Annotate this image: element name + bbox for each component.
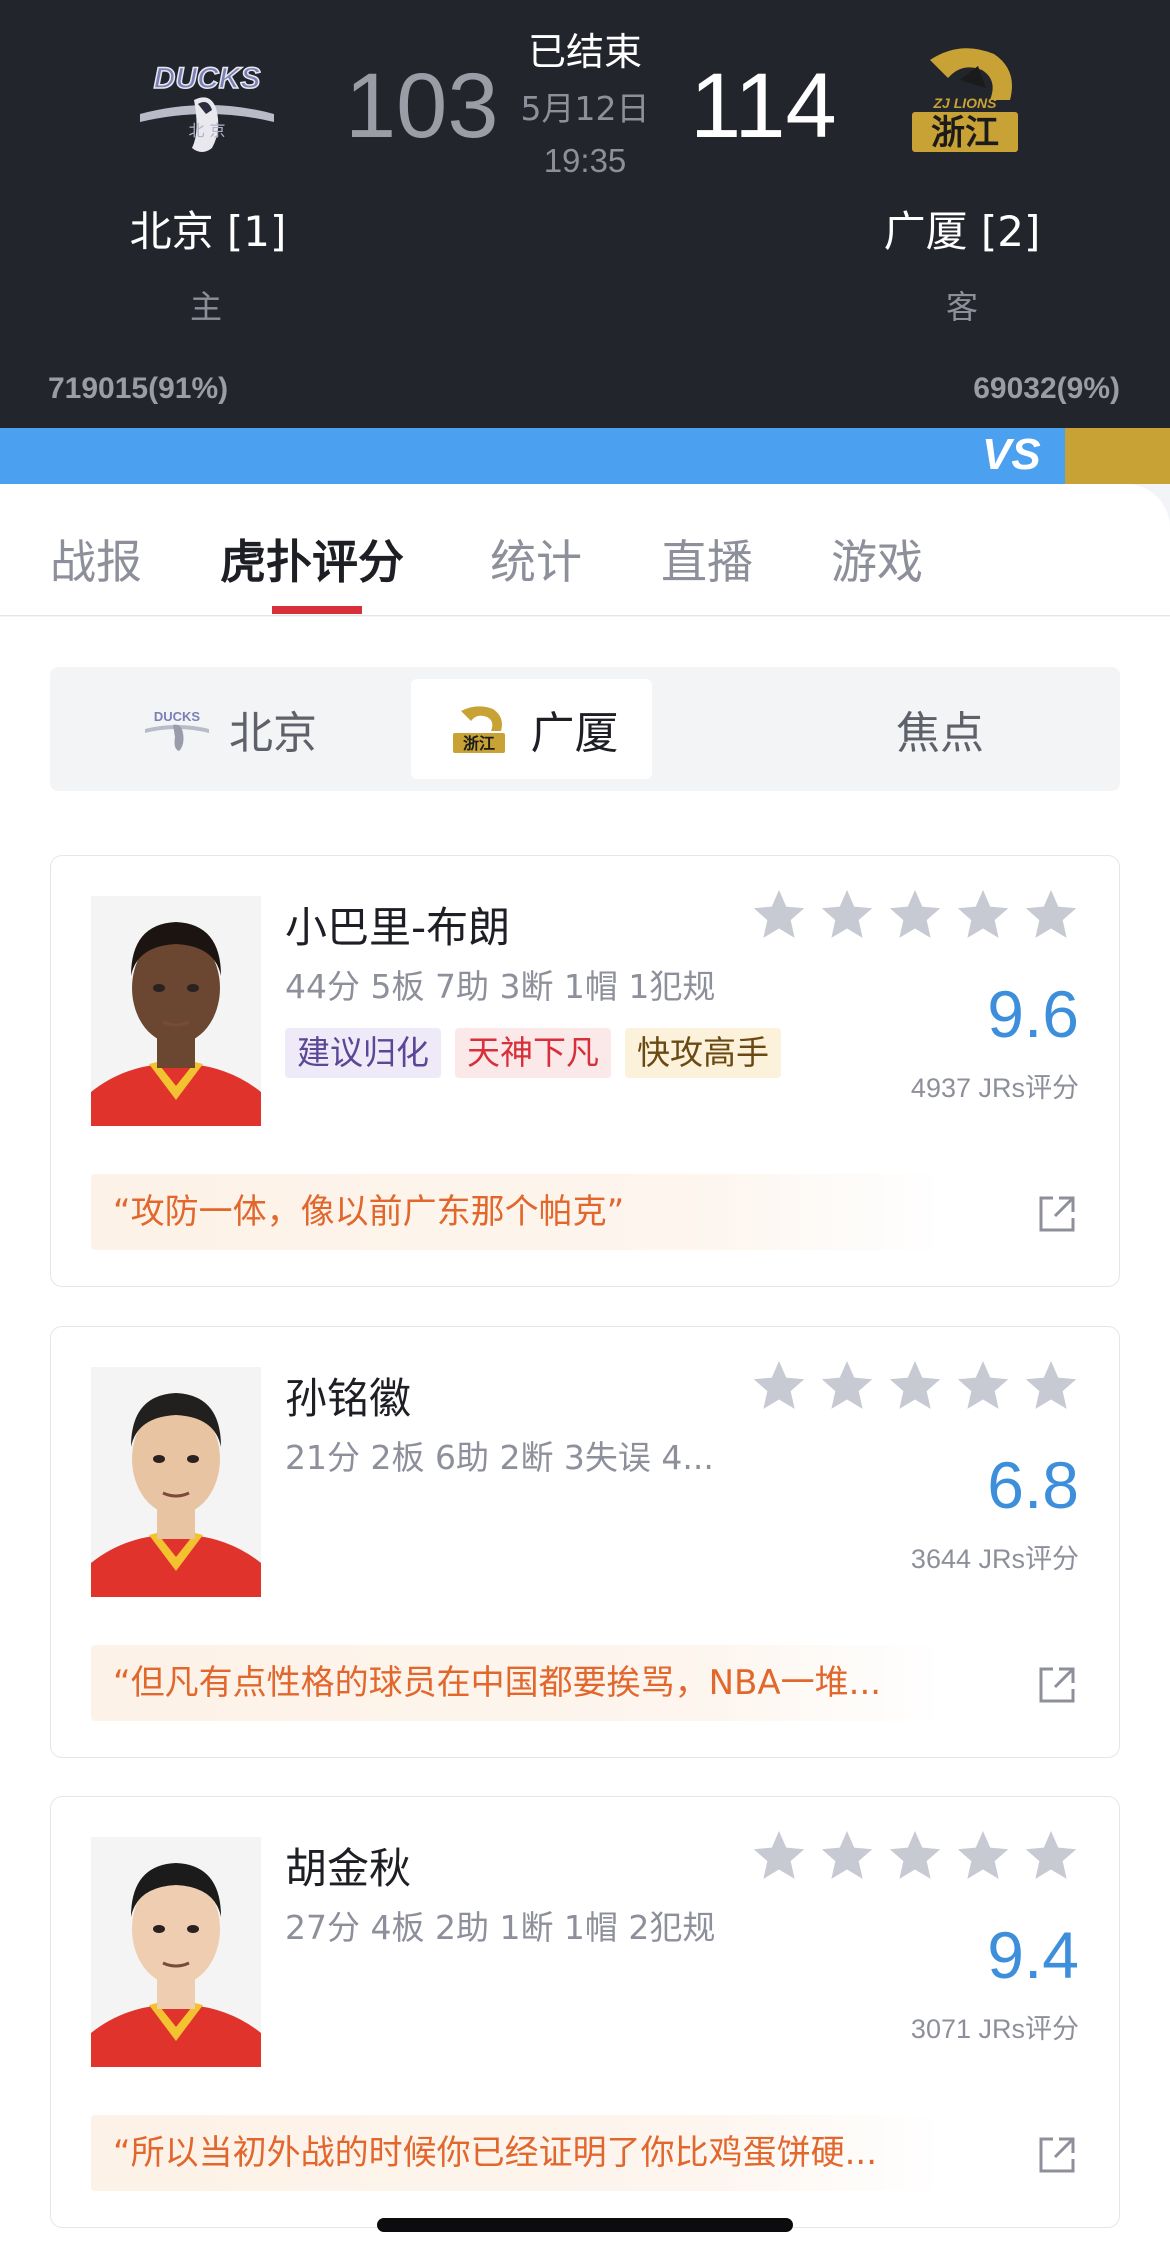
rating-stars[interactable] [751,1829,1079,1883]
star-icon [889,1831,941,1879]
game-status: 已结束 [527,30,642,74]
top-comment[interactable]: “但凡有点性格的球员在中国都要挨骂，NBA一堆... [91,1645,943,1721]
star-icon [1025,890,1077,938]
player-tags: 建议归化 天神下凡 快攻高手 [285,1028,781,1078]
away-vote-fill [1064,428,1170,484]
star-icon [753,890,805,938]
tab-live[interactable]: 直播 [661,526,753,592]
star-icon [889,890,941,938]
svg-text:浙江: 浙江 [462,734,494,753]
star-icon [821,890,873,938]
main-tabs: 战报 虎扑评分 统计 直播 游戏 [0,484,1170,616]
ducks-team-logo[interactable]: DUCKS 北 京 [132,52,282,172]
svg-text:DUCKS: DUCKS [154,709,201,724]
player-name[interactable]: 胡金秋 [285,1835,411,1896]
share-icon[interactable] [1035,2133,1079,2177]
away-votes: 69032(9%) [973,372,1120,405]
subtab-beijing-label: 北京 [229,708,317,759]
player-card[interactable]: 胡金秋 27分 4板 2助 1断 1帽 2犯规 9.4 3071 JRs评分 “… [50,1796,1120,2228]
team-subtabs: DUCKS 北京 浙江 广厦 焦点 [50,667,1120,791]
home-team-name[interactable]: 北京 [1] [78,198,338,259]
player-rating: 6.8 [987,1448,1079,1522]
vs-mark: VS [982,430,1041,479]
home-score: 103 [345,55,499,157]
home-role-label: 主 [189,288,222,326]
subtab-beijing[interactable]: DUCKS 北京 [50,667,410,791]
tab-report[interactable]: 战报 [50,526,142,592]
home-vote-fill [0,428,1065,484]
star-icon [957,1831,1009,1879]
player-rating: 9.4 [987,1918,1079,1992]
player-rating: 9.6 [987,977,1079,1051]
player-name[interactable]: 小巴里-布朗 [285,894,510,955]
player-tag: 天神下凡 [455,1028,611,1078]
lions-team-logo[interactable]: ZJ LIONS 浙江 [890,40,1040,160]
player-tag: 建议归化 [285,1028,441,1078]
tab-stats[interactable]: 统计 [490,526,582,592]
top-comment[interactable]: “所以当初外战的时候你已经证明了你比鸡蛋饼硬... [91,2115,943,2191]
ducks-logo-icon: DUCKS [145,709,209,751]
star-icon [957,890,1009,938]
rating-count: 3644 JRs评分 [910,1544,1079,1574]
away-score: 114 [690,55,837,157]
subtab-guangsha[interactable]: 浙江 广厦 [411,679,652,779]
star-icon [1025,1361,1077,1409]
share-icon[interactable] [1035,1192,1079,1236]
subtab-focus-label: 焦点 [896,708,984,759]
away-team-name[interactable]: 广厦 [2] [832,198,1092,259]
active-tab-indicator [272,606,362,614]
away-role-label: 客 [945,288,978,326]
tab-games[interactable]: 游戏 [831,526,923,592]
player-tag: 快攻高手 [625,1028,781,1078]
share-icon[interactable] [1035,1663,1079,1707]
player-stats: 27分 4板 2助 1断 1帽 2犯规 [285,1908,716,1947]
game-date: 5月12日 [520,89,650,128]
player-card[interactable]: 小巴里-布朗 44分 5板 7助 3断 1帽 1犯规 建议归化 天神下凡 快攻高手 … [50,855,1120,1287]
star-icon [889,1361,941,1409]
star-icon [753,1831,805,1879]
star-icon [1025,1831,1077,1879]
lions-logo-text: ZJ LIONS [932,95,997,111]
lions-logo-sub: 浙江 [931,113,999,153]
player-stats: 44分 5板 7助 3断 1帽 1犯规 [285,967,716,1006]
star-icon [821,1831,873,1879]
game-time: 19:35 [543,142,627,179]
subtab-focus[interactable]: 焦点 [760,667,1120,791]
game-info: 已结束 5月12日 19:35 [505,28,665,182]
game-header: DUCKS 北 京 103 已结束 5月12日 19:35 114 ZJ LIO… [0,0,1170,428]
subtab-guangsha-label: 广厦 [530,708,619,759]
rating-stars[interactable] [751,888,1079,942]
star-icon [821,1361,873,1409]
rating-count: 4937 JRs评分 [910,1073,1079,1103]
tab-hupu-rating[interactable]: 虎扑评分 [220,526,404,592]
home-votes: 719015(91%) [48,372,229,405]
player-photo[interactable] [91,1837,261,2067]
rating-count: 3071 JRs评分 [910,2014,1079,2044]
top-comment[interactable]: “攻防一体，像以前广东那个帕克” [91,1174,943,1250]
player-photo[interactable] [91,1367,261,1597]
ducks-logo-sub: 北 京 [188,121,225,140]
star-icon [957,1361,1009,1409]
player-name[interactable]: 孙铭徽 [285,1365,411,1426]
rating-stars[interactable] [751,1359,1079,1413]
star-icon [753,1361,805,1409]
home-indicator [377,2218,793,2232]
ducks-logo-text: DUCKS [154,62,261,95]
player-stats: 21分 2板 6助 2断 3失误 4... [285,1438,714,1477]
player-card[interactable]: 孙铭徽 21分 2板 6助 2断 3失误 4... 6.8 3644 JRs评分… [50,1326,1120,1758]
player-photo[interactable] [91,896,261,1126]
lions-logo-icon: 浙江 [452,706,505,753]
